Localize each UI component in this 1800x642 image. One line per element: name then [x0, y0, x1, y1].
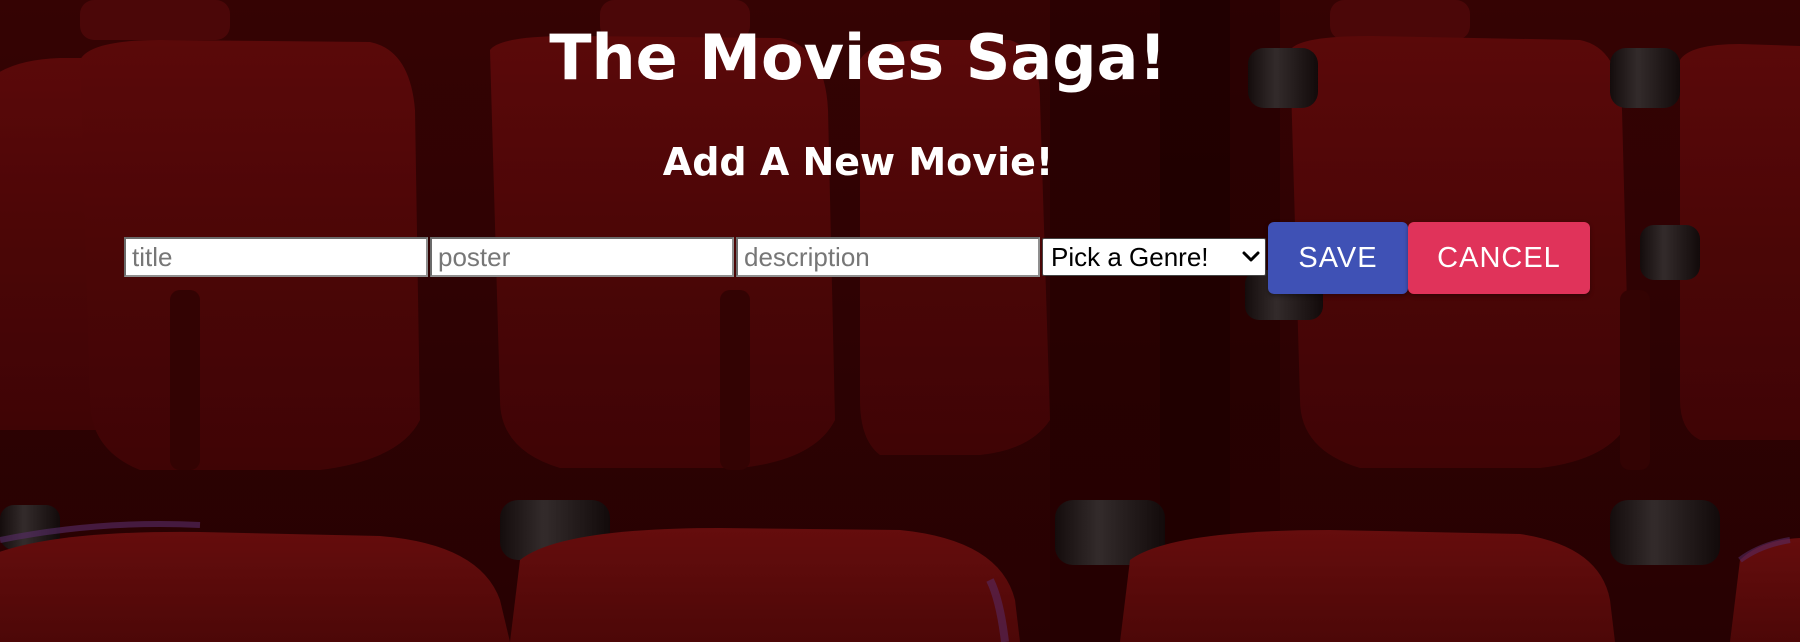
page-title: The Movies Saga! — [549, 21, 1167, 94]
genre-select[interactable]: Pick a Genre! — [1042, 238, 1266, 276]
page-content: The Movies Saga! Add A New Movie! Pick a… — [0, 0, 1800, 642]
title-input[interactable] — [124, 237, 428, 277]
cancel-button[interactable]: CANCEL — [1408, 222, 1590, 294]
chevron-down-icon — [1237, 238, 1265, 276]
poster-input[interactable] — [430, 237, 734, 277]
genre-select-value: Pick a Genre! — [1051, 241, 1209, 272]
page-subtitle: Add A New Movie! — [662, 140, 1054, 184]
save-button[interactable]: SAVE — [1268, 222, 1408, 294]
description-input[interactable] — [736, 237, 1040, 277]
